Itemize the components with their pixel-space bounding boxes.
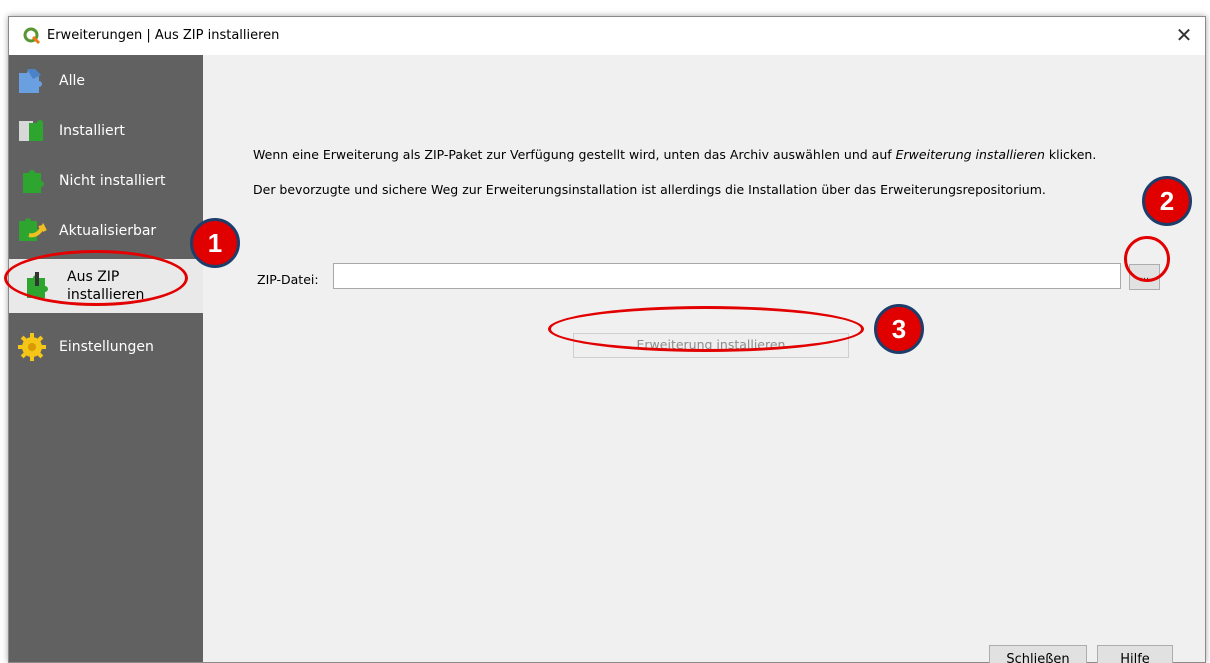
sidebar-item-label: Einstellungen <box>59 339 154 355</box>
help-button[interactable]: Hilfe <box>1097 645 1173 663</box>
main-content: Wenn eine Erweiterung als ZIP-Paket zur … <box>203 55 1205 663</box>
zip-file-input[interactable] <box>333 263 1121 289</box>
close-button[interactable]: Schließen <box>989 645 1087 663</box>
sidebar-item-label: Installiert <box>59 123 125 139</box>
plugin-dialog: Erweiterungen | Aus ZIP installieren ✕ A… <box>8 16 1206 663</box>
sidebar: Alle Installiert Nicht installiert Aktua… <box>9 55 203 662</box>
sidebar-item-installiert[interactable]: Installiert <box>9 107 203 155</box>
puzzle-upgradeable-icon <box>19 218 47 241</box>
description-line-1: Wenn eine Erweiterung als ZIP-Paket zur … <box>253 147 1097 162</box>
window-title: Erweiterungen | Aus ZIP installieren <box>47 28 280 43</box>
annotation-badge-3: 3 <box>874 304 924 354</box>
sidebar-item-aktualisierbar[interactable]: Aktualisierbar <box>9 207 203 255</box>
sidebar-item-label: Alle <box>59 73 85 89</box>
puzzle-zip-icon <box>27 272 48 298</box>
install-plugin-button[interactable]: Erweiterung installieren <box>573 333 849 358</box>
qgis-logo-icon <box>23 27 41 45</box>
annotation-badge-1: 1 <box>190 218 240 268</box>
annotation-badge-2: 2 <box>1142 176 1192 226</box>
sidebar-item-alle[interactable]: Alle <box>9 57 203 105</box>
puzzle-not-installed-icon <box>23 170 44 193</box>
sidebar-item-aus-zip[interactable]: Aus ZIP installieren <box>9 259 203 313</box>
sidebar-item-label: Aktualisierbar <box>59 223 157 239</box>
puzzle-all-icon <box>19 69 42 93</box>
title-bar: Erweiterungen | Aus ZIP installieren ✕ <box>9 17 1205 55</box>
sidebar-item-einstellungen[interactable]: Einstellungen <box>9 323 203 371</box>
sidebar-item-label: Nicht installiert <box>59 173 166 189</box>
gear-icon <box>18 333 46 361</box>
puzzle-installed-icon <box>19 120 43 141</box>
zip-file-label: ZIP-Datei: <box>257 272 319 287</box>
description-line-2: Der bevorzugte und sichere Weg zur Erwei… <box>253 182 1046 197</box>
sidebar-item-nicht-installiert[interactable]: Nicht installiert <box>9 157 203 205</box>
sidebar-item-label: Aus ZIP installieren <box>67 269 145 303</box>
browse-button[interactable]: ... <box>1129 264 1160 290</box>
close-icon[interactable]: ✕ <box>1169 21 1199 51</box>
